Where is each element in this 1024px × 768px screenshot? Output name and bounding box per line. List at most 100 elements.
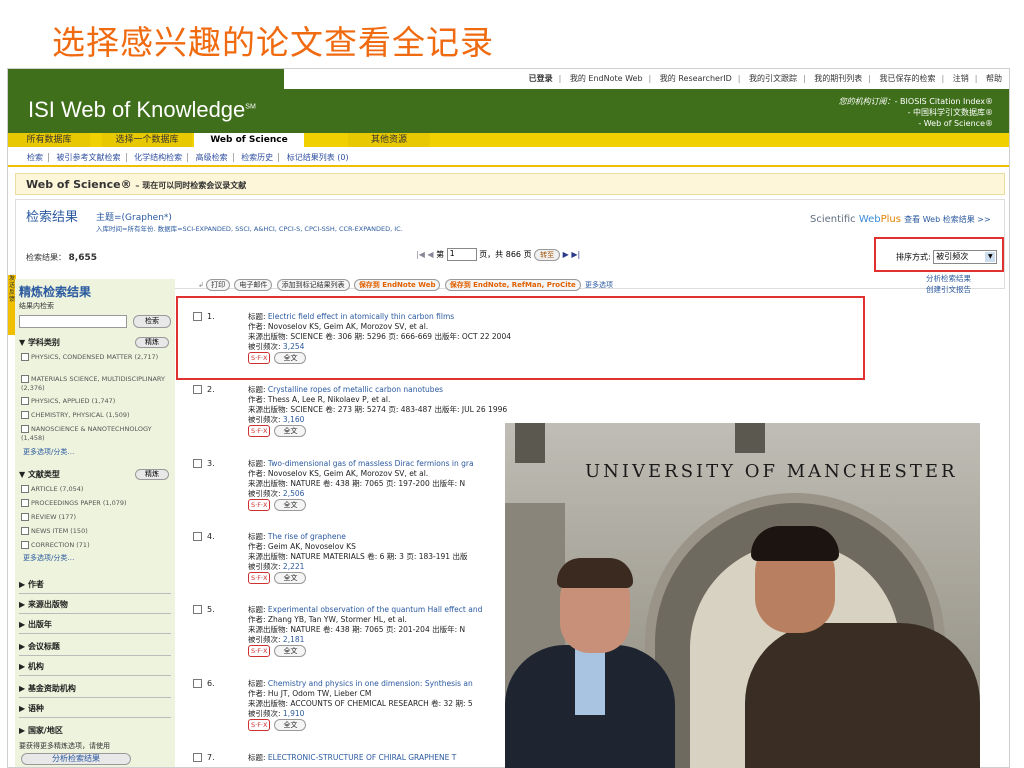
subject-item[interactable]: PHYSICS, CONDENSED MATTER (2,717) [21, 353, 171, 362]
subnav-cited-ref-search[interactable]: 被引参考文献检索 [51, 153, 127, 162]
person-left-hair [557, 558, 633, 588]
record-title-link[interactable]: Crystalline ropes of metallic carbon nan… [268, 385, 443, 394]
record-title-link[interactable]: The rise of graphene [268, 532, 346, 541]
record-checkbox[interactable] [193, 385, 202, 394]
record-checkbox[interactable] [193, 532, 202, 541]
database-tabs: 所有数据库 选择一个数据库 Web of Science 其他资源 [8, 133, 1009, 147]
doctype-item[interactable]: NEWS ITEM (150) [21, 527, 171, 536]
top-link-endnote[interactable]: 我的 EndNote Web [567, 74, 646, 83]
section-source[interactable]: ▶ 来源出版物 [19, 599, 68, 610]
tab-select-database[interactable]: 选择一个数据库 [92, 133, 192, 147]
search-subnav: 检索 被引参考文献检索 化学结构检索 高级检索 检索历史 标记结果列表 (0) [8, 147, 1009, 167]
tab-web-of-science[interactable]: Web of Science [194, 133, 304, 147]
top-link-saved-searches[interactable]: 我已保存的检索 [877, 74, 939, 83]
record-checkbox[interactable] [193, 753, 202, 762]
search-within-button[interactable]: 检索 [133, 315, 171, 328]
email-button[interactable]: 电子邮件 [234, 279, 273, 291]
sfx-button[interactable]: S·F·X [248, 572, 271, 584]
doctype-item[interactable]: PROCEEDINGS PAPER (1,079) [21, 499, 171, 508]
go-button[interactable]: 转至 [534, 249, 561, 261]
cites-link[interactable]: 1,910 [283, 709, 304, 718]
cites-link[interactable]: 3,160 [283, 415, 304, 424]
record-checkbox[interactable] [193, 459, 202, 468]
subject-item[interactable]: MATERIALS SCIENCE, MULTIDISCIPLINARY (2,… [21, 375, 171, 393]
top-link-help[interactable]: 帮助 [983, 74, 1005, 83]
webplus-link[interactable]: Scientific WebPlus 查看 Web 检索结果 >> [810, 214, 991, 225]
subject-item[interactable]: NANOSCIENCE & NANOTECHNOLOGY (1,458) [21, 425, 171, 443]
subnav-search[interactable]: 检索 [22, 153, 49, 162]
subnav-marked-list[interactable]: 标记结果列表 (0) [282, 153, 354, 162]
section-institution[interactable]: ▶ 机构 [19, 661, 44, 672]
top-link-citation-alerts[interactable]: 我的引文跟踪 [746, 74, 800, 83]
cites-link[interactable]: 2,181 [283, 635, 304, 644]
refine-doctype-button[interactable]: 精炼 [135, 469, 169, 480]
subject-item[interactable]: PHYSICS, APPLIED (1,747) [21, 397, 171, 406]
print-button[interactable]: 打印 [206, 279, 231, 291]
subnav-search-history[interactable]: 检索历史 [236, 153, 280, 162]
sfx-button[interactable]: S·F·X [248, 719, 271, 731]
section-language[interactable]: ▶ 语种 [19, 703, 44, 714]
record-checkbox[interactable] [193, 679, 202, 688]
record-title-link[interactable]: ELECTRONIC-STRUCTURE OF CHIRAL GRAPHENE … [268, 753, 456, 762]
subject-item[interactable]: CHEMISTRY, PHYSICAL (1,509) [21, 411, 171, 420]
search-within-label: 结果内检索 [19, 302, 54, 310]
section-year[interactable]: ▶ 出版年 [19, 619, 52, 630]
person-right-body [745, 623, 980, 768]
analyze-link[interactable]: 分析检索结果 [926, 274, 971, 283]
fulltext-button[interactable]: 全文 [274, 499, 307, 511]
fulltext-button[interactable]: 全文 [274, 572, 307, 584]
sfx-button[interactable]: S·F·X [248, 645, 271, 657]
person-left-shirt [575, 645, 605, 715]
section-conference[interactable]: ▶ 会议标题 [19, 641, 60, 652]
tab-all-databases[interactable]: 所有数据库 [8, 133, 90, 147]
record-title-link[interactable]: Two-dimensional gas of massless Dirac fe… [268, 459, 474, 468]
results-title: 检索结果 [26, 210, 79, 225]
next-last-icon[interactable]: ▶ ▶| [563, 250, 581, 259]
doctype-heading[interactable]: ▼ 文献类型 [19, 469, 60, 480]
search-within-input[interactable] [19, 315, 127, 328]
more-options-link[interactable]: 更多选项 [585, 281, 613, 289]
page-input[interactable]: 1 [446, 248, 477, 261]
record-title-link[interactable]: Chemistry and physics in one dimension: … [268, 679, 473, 688]
isi-header: 已登录 | 我的 EndNote Web | 我的 ResearcherID | 我的… [8, 69, 1009, 133]
top-link-logout[interactable]: 注销 [950, 74, 972, 83]
add-to-marked-list-button[interactable]: 添加到标记结果列表 [276, 279, 350, 291]
fulltext-button[interactable]: 全文 [274, 645, 307, 657]
sidebar-footnote: 要获得更多精炼选项，请使用 [19, 742, 110, 750]
top-link-researcherid[interactable]: 我的 ResearcherID [657, 74, 735, 83]
top-links: 已登录 | 我的 EndNote Web | 我的 ResearcherID | 我的… [284, 69, 1009, 89]
section-funding[interactable]: ▶ 基金资助机构 [19, 683, 76, 694]
subnav-advanced-search[interactable]: 高级检索 [190, 153, 234, 162]
university-sign: UNIVERSITY OF MANCHESTER [585, 461, 958, 482]
window-shape [515, 423, 545, 463]
doctype-item[interactable]: REVIEW (177) [21, 513, 171, 522]
sfx-button[interactable]: S·F·X [248, 499, 271, 511]
record-checkbox[interactable] [193, 605, 202, 614]
save-endnote-refman-button[interactable]: 保存到 EndNote, RefMan, ProCite [444, 279, 581, 291]
results-count: 检索结果： 8,655 [26, 253, 98, 263]
sfx-button[interactable]: S·F·X [248, 425, 271, 437]
doctype-item[interactable]: ARTICLE (7,054) [21, 485, 171, 494]
results-panel: 检索结果 主题=(Graphen*) 入库时间=所有年份. 数据库=SCI-EX… [15, 199, 1005, 289]
more-doctypes-link[interactable]: 更多选项/分类… [23, 553, 74, 563]
fulltext-button[interactable]: 全文 [274, 719, 307, 731]
refine-subject-button[interactable]: 精炼 [135, 337, 169, 348]
isi-logo[interactable]: ISI Web of KnowledgeSM [28, 97, 256, 123]
fulltext-button[interactable]: 全文 [274, 425, 307, 437]
more-subjects-link[interactable]: 更多选项/分类… [23, 447, 74, 457]
save-endnote-web-button[interactable]: 保存到 EndNote Web [353, 279, 441, 291]
top-link-logged-in[interactable]: 已登录 [526, 74, 556, 83]
analyze-results-button[interactable]: 分析检索结果 [21, 753, 131, 765]
doctype-item[interactable]: CORRECTION (71) [21, 541, 171, 550]
cites-link[interactable]: 2,506 [283, 489, 304, 498]
subject-category-heading[interactable]: ▼ 学科类别 [19, 337, 60, 348]
cites-link[interactable]: 2,221 [283, 562, 304, 571]
section-country[interactable]: ▶ 国家/地区 [19, 725, 63, 736]
first-prev-icon[interactable]: |◀ ◀ [416, 250, 434, 259]
citation-report-link[interactable]: 创建引文报告 [926, 285, 971, 294]
record-title-link[interactable]: Experimental observation of the quantum … [268, 605, 482, 614]
section-authors[interactable]: ▶ 作者 [19, 579, 44, 590]
top-link-journal-list[interactable]: 我的期刊列表 [811, 74, 865, 83]
subnav-structure-search[interactable]: 化学结构检索 [129, 153, 189, 162]
tab-other-resources[interactable]: 其他资源 [348, 133, 430, 147]
